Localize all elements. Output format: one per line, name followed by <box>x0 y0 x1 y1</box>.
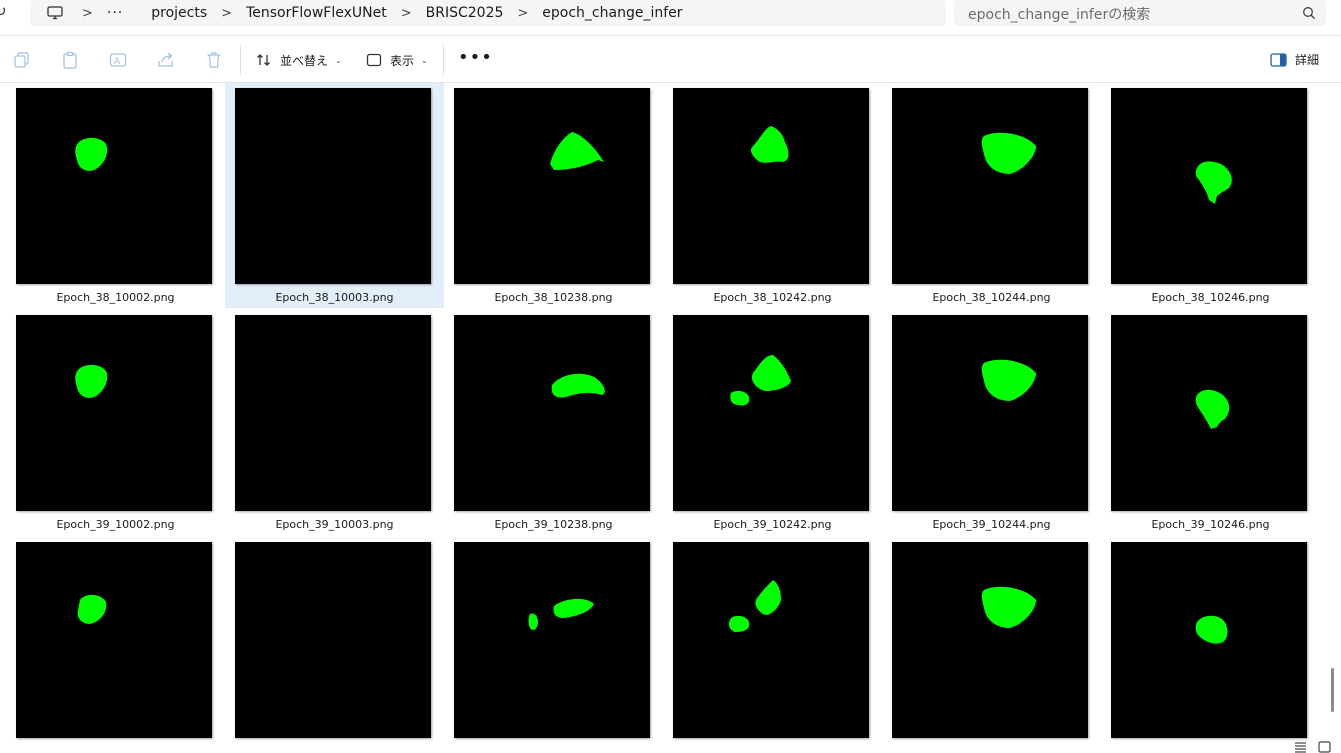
file-name: Epoch_39_10242.png <box>713 518 832 531</box>
file-item[interactable]: Epoch_39_10246.png <box>1101 310 1320 535</box>
chevron-down-icon: ⌄ <box>335 55 342 65</box>
file-item[interactable] <box>6 537 225 753</box>
file-item[interactable]: Epoch_38_10242.png <box>663 83 882 308</box>
large-icons-view-icon[interactable] <box>1318 738 1331 753</box>
chevron-right-icon[interactable]: > <box>221 6 232 21</box>
address-row: ↻ > ··· projects > TensorFlowFlexUNet > … <box>0 0 1341 36</box>
computer-icon[interactable] <box>42 0 68 26</box>
breadcrumb-item-tensorflowflexunet[interactable]: TensorFlowFlexUNet <box>246 5 387 21</box>
details-pane-button[interactable]: 詳細 <box>1270 51 1319 68</box>
delete-icon[interactable] <box>205 51 223 69</box>
file-item[interactable] <box>882 537 1101 753</box>
chevron-right-icon[interactable]: > <box>517 6 528 21</box>
search-input[interactable]: epoch_change_inferの検索 <box>954 0 1326 26</box>
file-thumbnail[interactable] <box>454 542 650 738</box>
sort-label: 並べ替え <box>280 53 329 68</box>
file-thumbnail[interactable] <box>16 315 212 511</box>
file-name: Epoch_39_10246.png <box>1151 518 1270 531</box>
file-name: Epoch_39_10003.png <box>275 518 394 531</box>
file-item[interactable] <box>1101 537 1320 753</box>
file-thumbnail[interactable] <box>892 88 1088 284</box>
file-thumbnail[interactable] <box>16 542 212 738</box>
file-thumbnail[interactable] <box>673 315 869 511</box>
breadcrumb[interactable]: > ··· projects > TensorFlowFlexUNet > BR… <box>30 0 946 26</box>
view-label: 表示 <box>390 53 415 68</box>
file-item[interactable]: Epoch_39_10242.png <box>663 310 882 535</box>
refresh-icon[interactable]: ↻ <box>0 2 7 20</box>
file-thumbnail[interactable] <box>673 88 869 284</box>
file-item[interactable]: Epoch_39_10002.png <box>6 310 225 535</box>
file-item[interactable]: Epoch_38_10246.png <box>1101 83 1320 308</box>
copy-icon[interactable] <box>13 51 31 69</box>
sort-icon <box>257 54 270 66</box>
toolbar-divider <box>443 45 444 75</box>
file-thumbnail[interactable] <box>1111 542 1307 738</box>
command-bar: A 並べ替え ⌄ 表示 ⌄ ••• 詳細 <box>0 37 1341 83</box>
file-thumbnail[interactable] <box>454 315 650 511</box>
view-button[interactable]: 表示 ⌄ <box>366 49 428 71</box>
sort-button[interactable]: 並べ替え ⌄ <box>256 49 342 71</box>
chevron-down-icon: ⌄ <box>421 55 428 65</box>
svg-text:A: A <box>114 57 121 67</box>
chevron-right-icon[interactable]: > <box>82 6 93 21</box>
share-icon[interactable] <box>157 51 175 69</box>
breadcrumb-item-brisc2025[interactable]: BRISC2025 <box>426 5 504 21</box>
file-item[interactable] <box>225 537 444 753</box>
file-name: Epoch_39_10238.png <box>494 518 613 531</box>
file-item[interactable] <box>444 537 663 753</box>
more-options-button[interactable]: ••• <box>458 47 493 68</box>
file-item[interactable]: Epoch_39_10244.png <box>882 310 1101 535</box>
file-name: Epoch_38_10002.png <box>56 291 175 304</box>
file-name: Epoch_38_10003.png <box>275 291 394 304</box>
breadcrumb-item-projects[interactable]: projects <box>151 5 207 21</box>
file-thumbnail[interactable] <box>454 88 650 284</box>
breadcrumb-more[interactable]: ··· <box>107 5 123 21</box>
search-icon[interactable] <box>1302 5 1316 24</box>
file-thumbnail[interactable] <box>16 88 212 284</box>
toolbar-divider <box>240 45 241 75</box>
view-icon <box>366 53 382 67</box>
search-placeholder: epoch_change_inferの検索 <box>968 7 1151 23</box>
vertical-scrollbar[interactable] <box>1331 668 1334 712</box>
file-thumbnail[interactable] <box>1111 315 1307 511</box>
chevron-right-icon[interactable]: > <box>401 6 412 21</box>
file-item[interactable] <box>663 537 882 753</box>
breadcrumb-item-current[interactable]: epoch_change_infer <box>542 5 682 21</box>
paste-icon[interactable] <box>61 51 79 69</box>
file-name: Epoch_38_10246.png <box>1151 291 1270 304</box>
file-item[interactable]: Epoch_39_10003.png <box>225 310 444 535</box>
file-thumbnail[interactable] <box>1111 88 1307 284</box>
file-name: Epoch_38_10238.png <box>494 291 613 304</box>
file-name: Epoch_38_10244.png <box>932 291 1051 304</box>
file-thumbnail[interactable] <box>892 315 1088 511</box>
file-thumbnail[interactable] <box>235 88 431 284</box>
file-thumbnail[interactable] <box>673 542 869 738</box>
file-grid: Epoch_38_10002.png Epoch_38_10003.png Epoc… <box>0 83 1341 753</box>
list-view-icon[interactable] <box>1294 738 1307 753</box>
file-item[interactable]: Epoch_39_10238.png <box>444 310 663 535</box>
file-item[interactable]: Epoch_38_10238.png <box>444 83 663 308</box>
details-pane-icon <box>1270 52 1287 67</box>
details-label: 詳細 <box>1295 53 1320 67</box>
file-thumbnail[interactable] <box>892 542 1088 738</box>
file-item[interactable]: Epoch_38_10244.png <box>882 83 1101 308</box>
file-item[interactable]: Epoch_38_10003.png <box>225 83 444 308</box>
file-name: Epoch_39_10244.png <box>932 518 1051 531</box>
file-name: Epoch_39_10002.png <box>56 518 175 531</box>
file-item[interactable]: Epoch_38_10002.png <box>6 83 225 308</box>
file-name: Epoch_38_10242.png <box>713 291 832 304</box>
file-thumbnail[interactable] <box>235 542 431 738</box>
file-thumbnail[interactable] <box>235 315 431 511</box>
rename-icon[interactable]: A <box>109 51 127 69</box>
